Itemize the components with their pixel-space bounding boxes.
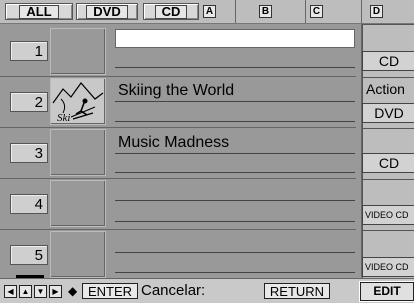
tab-all[interactable]: ALL [5,3,73,20]
row-genre-2: Action [366,81,405,97]
row-thumbnail-4[interactable] [50,180,106,227]
cancel-hint-text: Cancelar: [141,282,206,299]
enter-key-label: ENTER [82,283,138,299]
media-type-2: DVD [362,103,414,123]
column-divider [235,0,236,23]
title-underline [115,221,355,222]
return-key-label: RETURN [264,283,330,299]
row-number-2[interactable]: 2 [10,92,48,112]
media-type-5: VIDEO CD [362,257,414,277]
row-thumbnail-3[interactable] [50,129,106,176]
bottom-help-bar: ◀ ▲ ▼ ▶ ◆ ENTER Cancelar: RETURN [0,278,414,303]
title-underline [115,153,355,154]
title-underline [115,252,355,253]
title-input-field[interactable] [115,29,355,48]
row-divider [0,178,356,179]
media-type-4: VIDEO CD [362,205,414,225]
column-d-label[interactable]: D [370,5,383,18]
skier-icon: Ski [52,82,104,124]
tab-all-label: ALL [19,5,59,19]
media-type-1: CD [362,51,414,71]
row-number-1[interactable]: 1 [10,41,48,61]
tab-cd-label: CD [154,5,188,19]
tab-cd[interactable]: CD [143,3,199,20]
row-divider [0,76,356,77]
column-divider [305,0,306,23]
column-a-label[interactable]: A [203,5,216,18]
title-underline [115,121,355,122]
tab-dvd-label: DVD [86,5,128,19]
column-b-label[interactable]: B [259,5,272,18]
title-underline [115,272,355,273]
down-arrow-icon: ▼ [34,285,47,298]
row-divider [0,229,356,230]
media-type-3: CD [362,153,414,173]
row-divider [0,127,356,128]
title-underline [115,101,355,102]
tab-dvd[interactable]: DVD [76,3,138,20]
column-divider [361,0,362,23]
row-number-5[interactable]: 5 [10,245,48,265]
up-arrow-icon: ▲ [19,285,32,298]
diamond-separator-icon: ◆ [68,284,78,298]
row-thumbnail-1[interactable] [50,28,106,75]
row-thumbnail-5[interactable] [50,231,106,278]
row-title-3[interactable]: Music Madness [118,134,229,152]
column-c-label[interactable]: C [310,5,323,18]
thumbnail-caption: Ski [57,112,70,124]
title-underline [115,67,355,68]
edit-button[interactable]: EDIT [360,282,414,301]
row-number-3[interactable]: 3 [10,143,48,163]
disc-list-screen: ALL DVD CD A B C D 1 CD 2 Ski Skiing the… [0,0,414,303]
filter-tab-bar: ALL DVD CD A B C D [0,0,414,24]
right-arrow-icon: ▶ [49,285,62,298]
title-underline [115,200,355,201]
row-number-4[interactable]: 4 [10,194,48,214]
left-arrow-icon: ◀ [4,285,17,298]
title-underline [115,172,355,173]
row-thumbnail-2[interactable]: Ski [50,78,106,125]
row-title-2[interactable]: Skiing the World [118,82,234,100]
